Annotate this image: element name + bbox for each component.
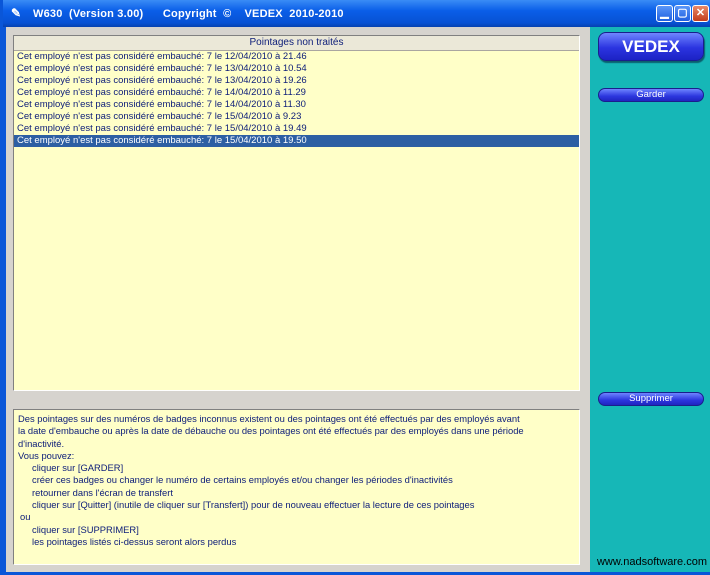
pointages-list[interactable]: Pointages non traités Cet employé n'est …: [13, 35, 580, 391]
title-bar[interactable]: ✎ W630 (Version 3.00) Copyright © VEDEX …: [3, 0, 710, 27]
sidebar: VEDEX Garder Supprimer: [590, 27, 710, 572]
close-button[interactable]: ✕: [692, 5, 709, 22]
garder-button[interactable]: Garder: [598, 88, 704, 102]
info-line: cliquer sur [Quitter] (inutile de clique…: [32, 499, 475, 511]
list-item[interactable]: Cet employé n'est pas considéré embauché…: [14, 87, 579, 99]
info-line: retourner dans l'écran de transfert: [32, 486, 173, 498]
info-line: Vous pouvez:: [18, 449, 75, 461]
list-item[interactable]: Cet employé n'est pas considéré embauché…: [14, 63, 579, 75]
client-area: Pointages non traités Cet employé n'est …: [6, 27, 710, 572]
maximize-icon: ▢: [677, 7, 688, 19]
list-item[interactable]: Cet employé n'est pas considéré embauché…: [14, 111, 579, 123]
info-line: créer ces badges ou changer le numéro de…: [32, 474, 453, 486]
info-line: cliquer sur [SUPPRIMER]: [32, 523, 139, 535]
info-line: cliquer sur [GARDER]: [32, 462, 124, 474]
info-line: d'inactivité.: [18, 437, 65, 449]
list-item[interactable]: Cet employé n'est pas considéré embauché…: [14, 75, 579, 87]
minimize-button[interactable]: ▁: [656, 5, 673, 22]
list-header: Pointages non traités: [14, 36, 579, 51]
info-text-panel: Des pointages sur des numéros de badges …: [13, 409, 580, 565]
list-item-selected[interactable]: Cet employé n'est pas considéré embauché…: [14, 135, 579, 147]
info-line: les pointages listés ci-dessus seront al…: [32, 535, 237, 547]
pencil-icon[interactable]: ✎: [9, 6, 23, 20]
list-item[interactable]: Cet employé n'est pas considéré embauché…: [14, 51, 579, 63]
info-line: Des pointages sur des numéros de badges …: [18, 413, 520, 424]
list-item[interactable]: Cet employé n'est pas considéré embauché…: [14, 99, 579, 111]
close-icon: ✕: [695, 7, 706, 19]
list-item[interactable]: Cet employé n'est pas considéré embauché…: [14, 123, 579, 135]
vedex-logo: VEDEX: [598, 32, 704, 61]
maximize-button[interactable]: ▢: [674, 5, 691, 22]
application-window: ✎ W630 (Version 3.00) Copyright © VEDEX …: [0, 0, 710, 575]
window-title: W630 (Version 3.00) Copyright © VEDEX 20…: [33, 8, 344, 20]
minimize-icon: ▁: [660, 7, 669, 19]
info-line: la date d'embauche ou après la date de d…: [18, 425, 524, 437]
watermark: www.nadsoftware.com: [596, 556, 707, 568]
supprimer-button[interactable]: Supprimer: [598, 392, 704, 406]
info-line: ou: [20, 511, 31, 523]
